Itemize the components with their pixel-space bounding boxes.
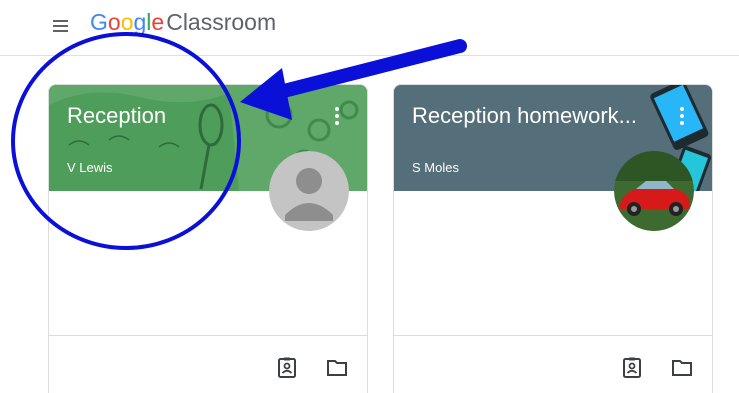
teacher-avatar: [614, 151, 694, 231]
class-title[interactable]: Reception homework...: [412, 103, 662, 129]
more-options-button[interactable]: [329, 105, 345, 129]
google-logo-letter: G: [90, 9, 108, 35]
folder-icon[interactable]: [325, 356, 349, 380]
google-logo-letter: e: [151, 9, 165, 35]
hamburger-menu-icon-bar: [53, 30, 68, 32]
class-title[interactable]: Reception: [67, 103, 317, 129]
top-app-bar: GoogleClassroom: [0, 0, 739, 56]
assignment-ind-icon[interactable]: [275, 356, 299, 380]
google-logo-letter: g: [133, 9, 147, 35]
hamburger-menu-icon-bar: [53, 25, 68, 27]
class-card-reception-homework[interactable]: Reception homework... S Moles: [393, 84, 713, 393]
teacher-avatar: [269, 151, 349, 231]
class-card-footer: [394, 335, 712, 393]
product-name: Classroom: [166, 9, 277, 35]
teacher-name: S Moles: [412, 160, 459, 175]
more-vert-icon-dot: [335, 121, 339, 125]
google-classroom-logo[interactable]: GoogleClassroom: [90, 9, 276, 36]
google-logo-letter: o: [120, 9, 134, 35]
assignment-ind-icon[interactable]: [620, 356, 644, 380]
google-logo-letter: o: [107, 9, 121, 35]
more-vert-icon-dot: [680, 121, 684, 125]
more-options-button[interactable]: [674, 105, 690, 129]
main-menu-button[interactable]: [50, 14, 74, 38]
teacher-name: V Lewis: [67, 160, 113, 175]
more-vert-icon-dot: [680, 114, 684, 118]
hamburger-menu-icon: [53, 20, 68, 22]
more-vert-icon: [335, 107, 339, 111]
class-card-footer: [49, 335, 367, 393]
more-vert-icon: [680, 107, 684, 111]
class-card-reception[interactable]: Reception V Lewis: [48, 84, 368, 393]
red-car-photo-avatar-icon: [614, 151, 694, 231]
more-vert-icon-dot: [335, 114, 339, 118]
default-person-avatar-icon: [269, 151, 349, 231]
folder-icon[interactable]: [670, 356, 694, 380]
